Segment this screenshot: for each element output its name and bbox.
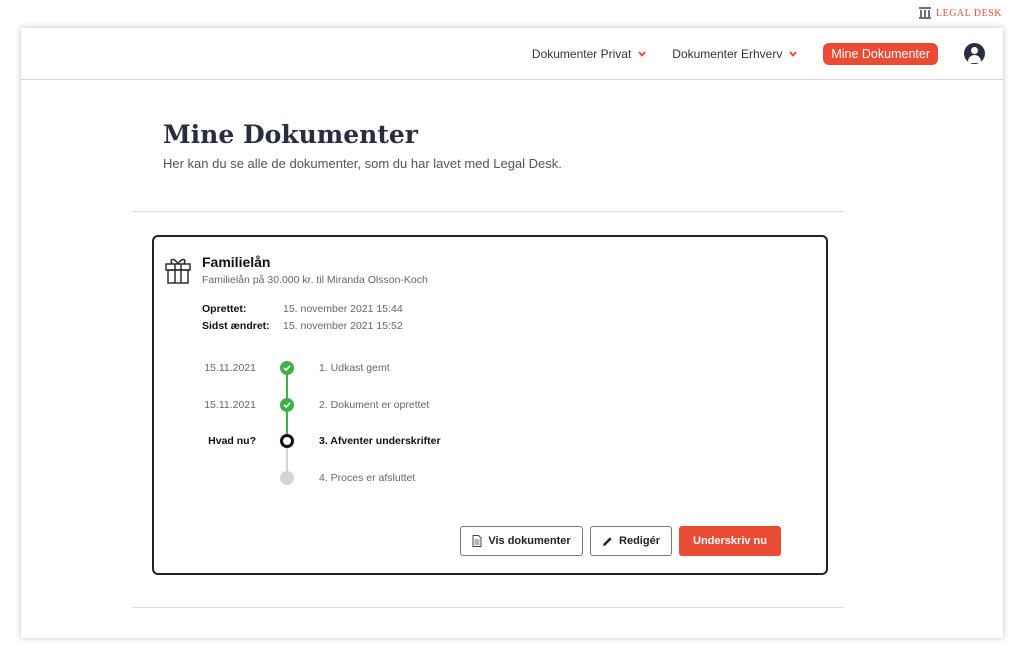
- divider-bottom: [132, 607, 844, 608]
- check-icon: [280, 361, 294, 375]
- created-value: 15. november 2021 15:44: [283, 303, 403, 315]
- nav-label-erhverv: Dokumenter Erhverv: [672, 46, 783, 61]
- step-date: 15.11.2021: [204, 362, 256, 374]
- pillars-logo-icon: [918, 7, 931, 19]
- nav-dokumenter-privat[interactable]: Dokumenter Privat: [532, 47, 646, 61]
- document-subtitle: Familielån på 30.000 kr. til Miranda Ols…: [202, 274, 428, 286]
- modified-label: Sidst ændret:: [202, 320, 270, 332]
- sign-now-button[interactable]: Underskriv nu: [679, 526, 781, 556]
- pencil-icon: [603, 536, 612, 546]
- brand-logo: LEGAL DESK: [918, 6, 1002, 20]
- nav-dokumenter-erhverv[interactable]: Dokumenter Erhverv: [672, 46, 798, 61]
- nav-mine-dokumenter[interactable]: Mine Dokumenter: [823, 42, 938, 65]
- app-window: Dokumenter Privat Dokumenter Erhverv Min…: [21, 28, 1003, 638]
- created-label: Oprettet:: [202, 303, 247, 315]
- document-icon: [472, 535, 482, 547]
- nav-label-privat: Dokumenter Privat: [531, 46, 632, 61]
- edit-button[interactable]: Redigér: [590, 526, 672, 556]
- check-icon: [280, 398, 294, 412]
- chevron-down-icon: [789, 50, 798, 57]
- gift-icon: [165, 258, 191, 284]
- document-title: Familielån: [202, 254, 271, 270]
- step-label: 2. Dokument er oprettet: [319, 399, 430, 411]
- current-step-icon: [280, 434, 294, 448]
- step-date: 15.11.2021: [204, 399, 256, 411]
- step-date-current: Hvad nu?: [208, 435, 256, 447]
- page-title: Mine Dokumenter: [163, 120, 418, 149]
- step-label: 1. Udkast gemt: [319, 362, 390, 374]
- view-documents-label: Vis dokumenter: [488, 535, 571, 547]
- page-subtitle: Her kan du se alle de dokumenter, som du…: [163, 156, 562, 171]
- view-documents-button[interactable]: Vis dokumenter: [460, 526, 583, 556]
- brand-name: LEGAL DESK: [935, 7, 1002, 19]
- edit-label: Redigér: [619, 535, 660, 547]
- chevron-down-icon: [638, 50, 646, 57]
- document-card: Familielån Familielån på 30.000 kr. til …: [152, 235, 828, 575]
- step-label-current: 3. Afventer underskrifter: [319, 435, 441, 447]
- divider-top: [132, 211, 844, 212]
- user-icon[interactable]: [964, 43, 985, 64]
- modified-value: 15. november 2021 15:52: [283, 320, 403, 332]
- pending-step-icon: [280, 471, 294, 485]
- top-navigation: Dokumenter Privat Dokumenter Erhverv Min…: [21, 28, 1003, 80]
- step-label: 4. Proces er afsluttet: [319, 472, 416, 484]
